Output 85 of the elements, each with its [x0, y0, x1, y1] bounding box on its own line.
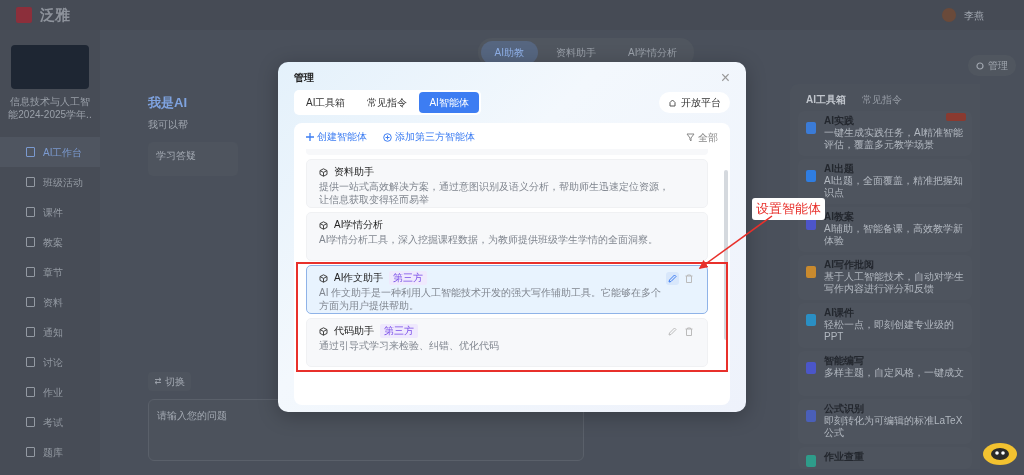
course-title: 信息技术与人工智能2024-2025学年.. — [8, 95, 92, 121]
delete-button[interactable] — [683, 324, 695, 338]
sidebar-item[interactable]: 作业 — [0, 377, 100, 407]
top-tab[interactable]: AI学情分析 — [614, 41, 692, 64]
agent-name: 资料助手 — [334, 165, 374, 179]
dialog-tab[interactable]: 常见指令 — [357, 92, 418, 113]
page-icon — [26, 357, 35, 367]
sidebar-item[interactable]: 教案 — [0, 227, 100, 257]
agent-description: AI 作文助手是一种利用人工智能技术开发的强大写作辅助工具。它能够在多个方面为用户提供帮助。 — [319, 286, 663, 312]
page-icon — [26, 207, 35, 217]
agent-name: AI学情分析 — [334, 218, 384, 232]
create-agent-link[interactable]: 创建智能体 — [306, 129, 367, 145]
page-icon — [26, 237, 35, 247]
manage-button[interactable]: 管理 — [968, 55, 1016, 76]
agent-card[interactable]: AI学情分析 AI学情分析工具，深入挖掘课程数据，为教师提供班级学生学情的全面洞察。 — [306, 212, 708, 261]
sidebar-item[interactable]: 课件 — [0, 197, 100, 227]
edit-icon — [668, 273, 677, 283]
agent-name: AI作文助手 — [334, 271, 384, 285]
logo-icon — [16, 7, 32, 23]
page-icon — [26, 177, 35, 187]
cube-icon — [319, 220, 328, 230]
agent-name: 代码助手 — [334, 324, 374, 338]
switch-button[interactable]: 切换 — [148, 371, 191, 391]
close-button[interactable]: × — [720, 70, 730, 86]
page-icon — [26, 447, 35, 457]
page-icon — [26, 327, 35, 337]
swap-icon — [154, 377, 162, 385]
scrollbar[interactable] — [724, 170, 728, 340]
filter-icon — [686, 132, 695, 142]
open-platform-button[interactable]: 开放平台 — [659, 92, 730, 113]
cube-icon — [319, 167, 328, 177]
filter-button[interactable]: 全部 — [686, 129, 718, 145]
plus-circle-icon — [383, 132, 392, 142]
agent-card[interactable]: 资料助手 提供一站式高效解决方案，通过意图识别及语义分析，帮助师生迅速定位资源，让信息获取变得轻而易举 — [306, 159, 708, 208]
settings-icon — [976, 61, 984, 70]
sidebar-item[interactable]: 考试 — [0, 407, 100, 437]
delete-icon — [685, 326, 693, 336]
dialog-tab[interactable]: AI工具箱 — [296, 92, 356, 113]
tool-description: 即刻转化为可编辑的标准LaTeX公式 — [824, 415, 964, 439]
plus-icon — [306, 133, 314, 141]
sidebar-item[interactable]: 班级活动 — [0, 167, 100, 197]
tool-description: AI出题，全面覆盖，精准把握知识点 — [824, 175, 964, 199]
tool-description: 基于人工智能技术，自动对学生写作内容进行评分和反馈 — [824, 271, 964, 295]
agent-tag: 第三方 — [380, 324, 418, 338]
suggestion-card[interactable]: 学习答疑 — [148, 141, 238, 176]
annotation-label: 设置智能体 — [752, 198, 825, 220]
page-icon — [26, 417, 35, 427]
agent-card[interactable]: AI作文助手 第三方 AI 作文助手是一种利用人工智能技术开发的强大写作辅助工具。它能够在多个方面为用户提供帮助。 — [306, 265, 708, 314]
sidebar-item[interactable]: AI工作台 — [0, 137, 100, 167]
page-icon — [26, 267, 35, 277]
delete-icon — [685, 273, 693, 283]
logo-text: 泛雅 — [40, 4, 70, 25]
page-icon — [26, 387, 35, 397]
cube-icon — [319, 326, 328, 336]
tool-description: 多样主题，自定风格，一键成文 — [824, 367, 964, 379]
agent-description: 提供一站式高效解决方案，通过意图识别及语义分析，帮助师生迅速定位资源，让信息获取变得轻而易举 — [319, 180, 669, 206]
sidebar-item[interactable]: 通知 — [0, 317, 100, 347]
user-name[interactable]: 李燕 — [964, 7, 984, 23]
assistant-subtitle: 我可以帮 — [148, 117, 188, 132]
avatar-icon — [942, 8, 956, 22]
sidebar-item[interactable]: 题库 — [0, 437, 100, 467]
top-tab[interactable]: 资料助手 — [542, 41, 610, 64]
agent-description: 通过引导式学习来检验、纠错、优化代码 — [319, 339, 500, 352]
sidebar-item[interactable]: 章节 — [0, 257, 100, 287]
edit-icon — [668, 326, 677, 336]
page-icon — [26, 297, 35, 307]
tool-description: 一键生成实践任务，AI精准智能评估，覆盖多元教学场景 — [824, 127, 964, 151]
cube-icon — [319, 273, 328, 283]
dialog-tab[interactable]: AI智能体 — [419, 92, 479, 113]
delete-button[interactable] — [683, 271, 695, 285]
top-tab[interactable]: AI助教 — [480, 41, 538, 64]
agent-tag: 第三方 — [389, 271, 428, 285]
assistant-title: 我是AI — [148, 94, 187, 112]
panel-tab[interactable]: AI工具箱 — [798, 92, 854, 107]
sidebar-item[interactable]: 讨论 — [0, 347, 100, 377]
sidebar-item[interactable]: 资料 — [0, 287, 100, 317]
tool-description: AI辅助，智能备课，高效教学新体验 — [824, 223, 964, 247]
add-third-party-link[interactable]: 添加第三方智能体 — [383, 129, 475, 145]
dialog-title: 管理 — [294, 71, 314, 85]
panel-tab[interactable]: 常见指令 — [854, 92, 910, 107]
agent-card[interactable]: 代码助手 第三方 通过引导式学习来检验、纠错、优化代码 — [306, 318, 708, 367]
agent-description: AI学情分析工具，深入挖掘课程数据，为教师提供班级学生学情的全面洞察。 — [319, 233, 660, 246]
page-icon — [26, 147, 35, 157]
house-icon — [668, 98, 677, 107]
edit-button[interactable] — [666, 271, 679, 285]
